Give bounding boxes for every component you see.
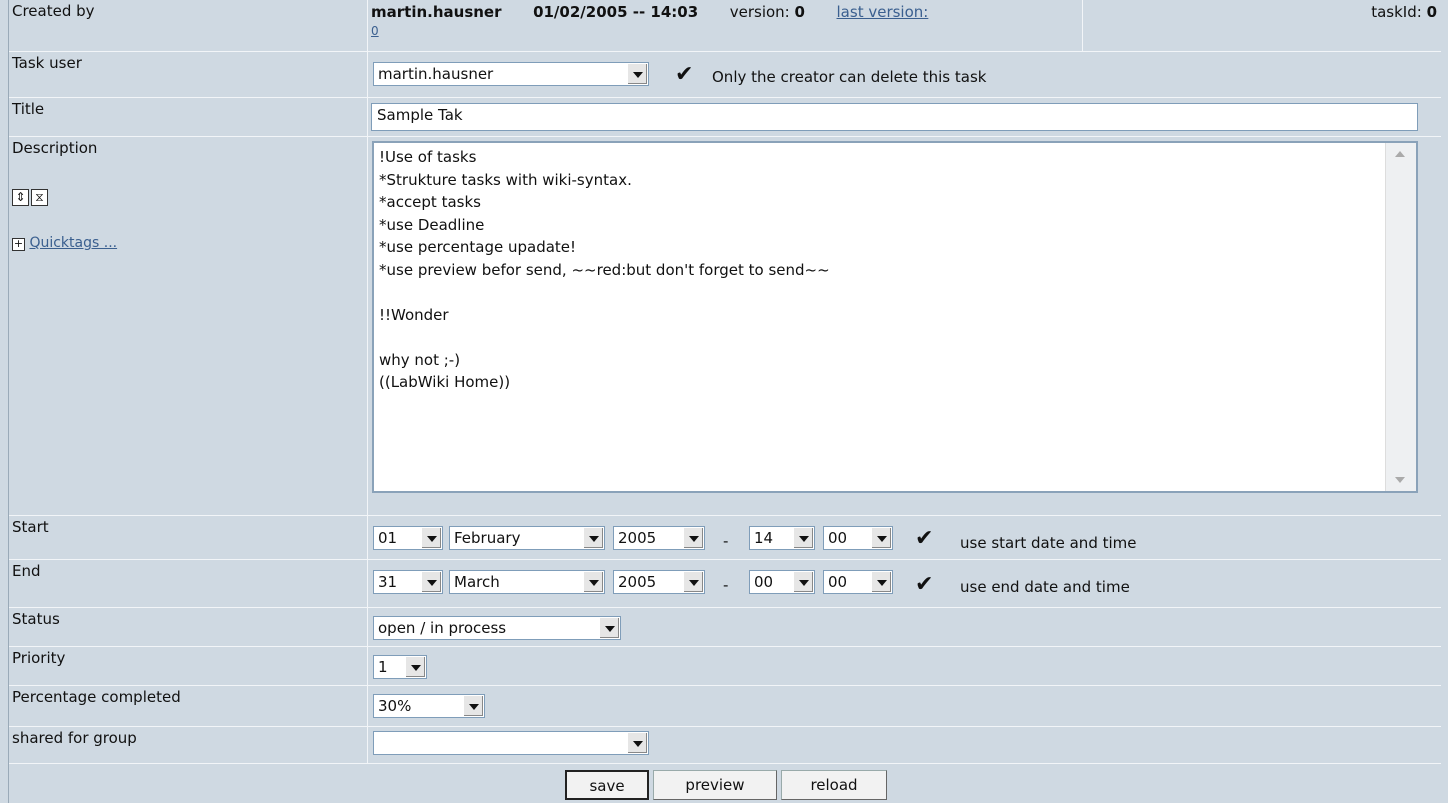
row-title: Title Sample Tak: [9, 98, 1441, 137]
chevron-down-icon: [463, 696, 483, 716]
description-text: !Use of tasks *Strukture tasks with wiki-…: [379, 146, 830, 394]
chevron-down-icon: [405, 657, 425, 677]
chevron-down-icon: [583, 528, 603, 548]
created-datetime: 01/02/2005 -- 14:03: [533, 3, 699, 21]
label-start: Start: [12, 518, 49, 536]
description-line: !!Wonder: [379, 305, 449, 324]
task-form: Created by martin.hausner 01/02/2005 -- …: [8, 0, 1441, 803]
save-button[interactable]: save: [565, 770, 649, 800]
reload-button[interactable]: reload: [781, 770, 887, 800]
end-year-select[interactable]: 2005: [613, 570, 705, 594]
taskid-value: 0: [1426, 3, 1437, 21]
chevron-down-icon: [599, 618, 619, 638]
description-line: why not ;-): [379, 350, 461, 369]
shared-group-select[interactable]: [373, 731, 649, 755]
chevron-down-icon: [583, 572, 603, 592]
start-month-select[interactable]: February: [449, 526, 605, 550]
start-hour-select[interactable]: 14: [749, 526, 815, 550]
label-task-user: Task user: [12, 54, 82, 72]
description-line: [379, 326, 830, 349]
row-start: Start 01 February 2005 - 14 00 ✔ use sta…: [9, 516, 1441, 560]
row-status: Status open / in process: [9, 608, 1441, 647]
chevron-down-icon: [421, 528, 441, 548]
percentage-select[interactable]: 30%: [373, 694, 485, 718]
row-description: Description ⇕ ⧖ + Quicktags ... !Use of …: [9, 137, 1441, 516]
chevron-down-icon: [871, 528, 891, 548]
start-year-select[interactable]: 2005: [613, 526, 705, 550]
label-description: Description: [12, 139, 98, 157]
chevron-down-icon: [627, 733, 647, 753]
row-buttons: save preview reload: [9, 764, 1441, 803]
end-day-select[interactable]: 31: [373, 570, 443, 594]
version-value: 0: [794, 3, 805, 21]
chevron-down-icon: [627, 64, 647, 84]
use-start-label: use start date and time: [960, 534, 1137, 552]
description-line: *accept tasks: [379, 193, 481, 211]
description-line: *use percentage upadate!: [379, 238, 577, 256]
label-end: End: [12, 562, 41, 580]
textarea-scrollbar[interactable]: [1385, 143, 1416, 491]
description-line: *use Deadline: [379, 215, 485, 234]
scroll-down-icon[interactable]: [1395, 477, 1405, 483]
title-input[interactable]: Sample Tak: [371, 103, 1418, 131]
priority-select[interactable]: 1: [373, 655, 427, 679]
label-created-by: Created by: [12, 2, 95, 20]
chevron-down-icon: [871, 572, 891, 592]
task-user-select[interactable]: martin.hausner: [373, 62, 649, 86]
row-shared-group: shared for group: [9, 727, 1441, 764]
row-priority: Priority 1: [9, 647, 1441, 686]
chevron-down-icon: [421, 572, 441, 592]
chevron-down-icon: [793, 572, 813, 592]
start-minute-select[interactable]: 00: [823, 526, 893, 550]
quicktags-link[interactable]: Quicktags ...: [29, 235, 117, 251]
label-title: Title: [12, 100, 45, 118]
chevron-down-icon: [683, 572, 703, 592]
label-shared-group: shared for group: [12, 729, 137, 747]
plus-box-icon[interactable]: +: [12, 238, 25, 251]
chevron-down-icon: [683, 528, 703, 548]
row-percentage: Percentage completed 30%: [9, 686, 1441, 727]
chevron-down-icon: [793, 528, 813, 548]
description-line: ((LabWiki Home)): [379, 373, 511, 391]
version-label: version:: [729, 3, 790, 21]
use-start-checkbox[interactable]: ✔: [915, 528, 933, 550]
end-dash: -: [723, 576, 729, 594]
use-end-checkbox[interactable]: ✔: [915, 574, 933, 596]
hourglass-icon[interactable]: ⧖: [31, 189, 48, 206]
end-hour-select[interactable]: 00: [749, 570, 815, 594]
taskid-label: taskId:: [1371, 3, 1422, 21]
row-created-by: Created by martin.hausner 01/02/2005 -- …: [9, 0, 1441, 52]
resize-icon[interactable]: ⇕: [12, 189, 29, 206]
description-line: *Strukture tasks with wiki-syntax.: [379, 170, 632, 189]
scroll-up-icon[interactable]: [1395, 151, 1405, 157]
creator-name: martin.hausner: [371, 3, 502, 21]
row-end: End 31 March 2005 - 00 00 ✔ use end date…: [9, 560, 1441, 608]
use-end-label: use end date and time: [960, 578, 1130, 596]
description-line: *use preview befor send, ~~red:but don't…: [379, 260, 830, 279]
start-dash: -: [723, 532, 729, 550]
end-month-select[interactable]: March: [449, 570, 605, 594]
label-priority: Priority: [12, 649, 66, 667]
description-line: [379, 281, 830, 304]
end-minute-select[interactable]: 00: [823, 570, 893, 594]
last-version-link[interactable]: last version:: [837, 3, 929, 21]
last-version-value-link[interactable]: 0: [371, 24, 379, 38]
status-select[interactable]: open / in process: [373, 616, 621, 640]
only-creator-checkbox[interactable]: ✔: [675, 64, 693, 86]
description-textarea[interactable]: !Use of tasks *Strukture tasks with wiki-…: [372, 141, 1418, 493]
row-task-user: Task user martin.hausner ✔ Only the crea…: [9, 52, 1441, 98]
preview-button[interactable]: preview: [653, 770, 777, 800]
start-day-select[interactable]: 01: [373, 526, 443, 550]
label-percentage: Percentage completed: [12, 688, 181, 706]
only-creator-label: Only the creator can delete this task: [712, 68, 987, 86]
label-status: Status: [12, 610, 60, 628]
description-line: !Use of tasks: [379, 148, 477, 166]
